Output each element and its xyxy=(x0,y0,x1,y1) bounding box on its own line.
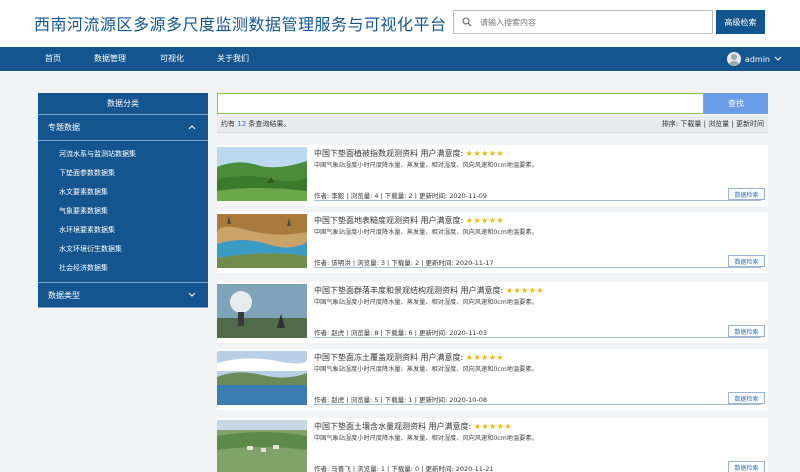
sidebar-item-river-stations[interactable]: 河流水系与监测站数据集 xyxy=(38,145,208,164)
sidebar-item-water-environment[interactable]: 水环境要素数据集 xyxy=(38,221,208,240)
result-card: 中国下垫面土壤含水量观测资料 用户满意度: ★★★★★ 中国气象站湿度小时尺度降… xyxy=(217,418,768,472)
main-search-box[interactable] xyxy=(217,93,704,116)
divider xyxy=(314,200,761,201)
rating-label: 用户满意度: xyxy=(460,286,504,295)
search-icon xyxy=(454,11,480,33)
data-retrieval-button[interactable]: 数据检索 xyxy=(728,188,765,200)
card-meta: 作者: 赵虎 | 浏览量: 5 | 下载量: 1 | 更新时间: 2020-10… xyxy=(314,396,488,404)
sort-by-update-time[interactable]: 更新时间 xyxy=(736,120,764,128)
star-rating: ★★★★★ xyxy=(465,353,505,362)
rating-label: 用户满意度: xyxy=(428,422,472,431)
sidebar-item-derived[interactable]: 水文环境衍生数据集 xyxy=(38,240,208,259)
card-meta: 作者: 马晋飞 | 浏览量: 1 | 下载量: 0 | 更新时间: 2020-1… xyxy=(314,465,494,472)
header-search-input[interactable] xyxy=(480,12,700,32)
card-title-row: 中国下垫面地表糙度观测资料 用户满意度: ★★★★★ xyxy=(314,215,504,226)
card-title[interactable]: 中国下垫面地表糙度观测资料 xyxy=(314,216,418,225)
nav-item-about[interactable]: 关于我们 xyxy=(217,47,249,71)
main-search-input[interactable] xyxy=(224,97,703,116)
star-rating: ★★★★★ xyxy=(465,149,505,158)
card-description: 中国气象站湿度小时尺度降水量、蒸发量、相对湿度、风向风速和0cm地温要素。 xyxy=(314,299,538,306)
rating-label: 用户满意度: xyxy=(420,216,464,225)
sidebar-item-socioeconomic[interactable]: 社会经济数据集 xyxy=(38,259,208,278)
dataset-thumbnail[interactable] xyxy=(217,214,307,268)
data-retrieval-button[interactable]: 数据检索 xyxy=(728,255,765,267)
result-card: 中国下垫面群落丰度和景观结构观测资料 用户满意度: ★★★★★ 中国气象站湿度小… xyxy=(217,282,768,343)
result-count: 12 xyxy=(237,120,247,128)
star-rating: ★★★★★ xyxy=(465,216,505,225)
site-title: 西南河流源区多源多尺度监测数据管理服务与可视化平台 xyxy=(34,15,447,34)
card-meta: 作者: 赵虎 | 浏览量: 8 | 下载量: 6 | 更新时间: 2020-11… xyxy=(314,329,488,337)
advanced-search-button[interactable]: 高级检索 xyxy=(716,10,765,34)
chevron-down-icon xyxy=(774,55,782,64)
sidebar-title: 数据分类 xyxy=(38,93,208,115)
card-description: 中国气象站湿度小时尺度降水量、蒸发量、相对湿度、风向风速和0cm地温要素。 xyxy=(314,366,538,373)
card-title[interactable]: 中国下垫面植被指数观测资料 xyxy=(314,149,418,158)
rating-label: 用户满意度: xyxy=(420,353,464,362)
header: 西南河流源区多源多尺度监测数据管理服务与可视化平台 高级检索 xyxy=(0,0,800,47)
divider xyxy=(314,337,761,338)
header-search-box[interactable] xyxy=(453,10,713,34)
sidebar-group-data-type[interactable]: 数据类型 xyxy=(38,282,208,308)
top-nav: 首页 数据管理 可视化 关于我们 admin xyxy=(0,47,800,71)
result-card: 中国下垫面地表糙度观测资料 用户满意度: ★★★★★ 中国气象站湿度小时尺度降水… xyxy=(217,212,768,273)
sort-by-views[interactable]: 浏览量 xyxy=(708,120,729,128)
star-rating: ★★★★★ xyxy=(473,422,513,431)
dataset-thumbnail[interactable] xyxy=(217,147,307,201)
sidebar-group-topic[interactable]: 专题数据 xyxy=(38,115,208,141)
card-description: 中国气象站湿度小时尺度降水量、蒸发量、相对湿度、风向风速和0cm地温要素。 xyxy=(314,435,538,442)
card-description: 中国气象站湿度小时尺度降水量、蒸发量、相对湿度、风向风速和0cm地温要素。 xyxy=(314,229,538,236)
chevron-down-icon xyxy=(188,291,196,300)
card-description: 中国气象站湿度小时尺度降水量、蒸发量、相对湿度、风向风速和0cm地温要素。 xyxy=(314,162,538,169)
avatar xyxy=(726,52,741,66)
card-title-row: 中国下垫面植被指数观测资料 用户满意度: ★★★★★ xyxy=(314,148,504,159)
star-rating: ★★★★★ xyxy=(505,286,545,295)
sort-by-downloads[interactable]: 下载量 xyxy=(680,120,701,128)
nav-item-home[interactable]: 首页 xyxy=(45,47,61,71)
sidebar-item-underlying-surface[interactable]: 下垫面参数数据集 xyxy=(38,164,208,183)
data-retrieval-button[interactable]: 数据检索 xyxy=(728,325,765,337)
find-button[interactable]: 查找 xyxy=(704,93,768,114)
sidebar-item-meteorology[interactable]: 气象要素数据集 xyxy=(38,202,208,221)
card-title[interactable]: 中国下垫面土壤含水量观测资料 xyxy=(314,422,426,431)
card-title[interactable]: 中国下垫面冻土覆盖观测资料 xyxy=(314,353,418,362)
result-count-text: 约有 12 条查询结果。 xyxy=(221,119,290,129)
rating-label: 用户满意度: xyxy=(420,149,464,158)
sidebar-item-hydrology[interactable]: 水文要素数据集 xyxy=(38,183,208,202)
card-title-row: 中国下垫面冻土覆盖观测资料 用户满意度: ★★★★★ xyxy=(314,352,504,363)
card-title-row: 中国下垫面土壤含水量观测资料 用户满意度: ★★★★★ xyxy=(314,421,512,432)
username: admin xyxy=(744,54,770,64)
result-card: 中国下垫面植被指数观测资料 用户满意度: ★★★★★ 中国气象站湿度小时尺度降水… xyxy=(217,145,768,206)
result-card: 中国下垫面冻土覆盖观测资料 用户满意度: ★★★★★ 中国气象站湿度小时尺度降水… xyxy=(217,349,768,410)
dataset-thumbnail[interactable] xyxy=(217,351,307,405)
result-suffix: 条查询结果。 xyxy=(248,120,291,128)
data-retrieval-button[interactable]: 数据检索 xyxy=(728,392,765,404)
dataset-thumbnail[interactable] xyxy=(217,420,307,472)
sidebar-group-label: 数据类型 xyxy=(48,290,80,300)
card-title[interactable]: 中国下垫面群落丰度和景观结构观测资料 xyxy=(314,286,458,295)
divider xyxy=(314,404,761,405)
dataset-thumbnail[interactable] xyxy=(217,284,307,338)
card-meta: 作者: 该明洪 | 浏览量: 3 | 下载量: 2 | 更新时间: 2020-1… xyxy=(314,259,494,267)
nav-item-visualization[interactable]: 可视化 xyxy=(160,47,184,71)
sidebar-submenu: 河流水系与监测站数据集 下垫面参数数据集 水文要素数据集 气象要素数据集 水环境… xyxy=(38,141,208,282)
user-menu[interactable]: admin xyxy=(726,51,782,67)
nav-item-data-management[interactable]: 数据管理 xyxy=(94,47,126,71)
sort-options: 排序: 下载量 | 浏览量 | 更新时间 xyxy=(661,120,764,128)
chevron-up-icon xyxy=(188,123,196,132)
card-meta: 作者: 李毅 | 浏览量: 4 | 下载量: 2 | 更新时间: 2020-11… xyxy=(314,192,488,200)
sort-label: 排序: xyxy=(661,120,679,128)
sidebar: 数据分类 专题数据 河流水系与监测站数据集 下垫面参数数据集 水文要素数据集 气… xyxy=(38,93,208,308)
card-title-row: 中国下垫面群落丰度和景观结构观测资料 用户满意度: ★★★★★ xyxy=(314,285,544,296)
result-bar: 约有 12 条查询结果。 排序: 下载量 | 浏览量 | 更新时间 xyxy=(217,116,768,133)
sidebar-group-label: 专题数据 xyxy=(48,123,80,132)
divider xyxy=(314,267,761,268)
result-prefix: 约有 xyxy=(221,120,235,128)
data-retrieval-button[interactable]: 数据检索 xyxy=(728,461,765,472)
